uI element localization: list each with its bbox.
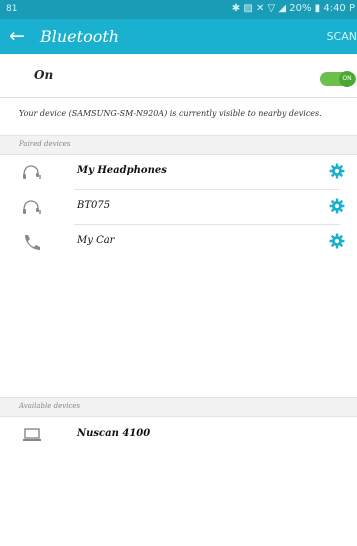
status-right-text: ✱ ▨ ✕ ▽ ◢ 20% ▮ 4:40 P: [231, 3, 355, 14]
list-item-bt075[interactable]: BT075: [0, 190, 357, 224]
headphones-icon: [23, 200, 41, 214]
gear-icon[interactable]: [329, 233, 345, 249]
app-bar: ← Bluetooth SCAN: [0, 19, 357, 54]
laptop-icon: [23, 428, 41, 441]
page-title: Bluetooth: [40, 27, 120, 46]
phone-icon: [25, 235, 40, 250]
device-name: BT075: [77, 200, 111, 211]
toggle-knob: ON: [339, 71, 355, 87]
bluetooth-toggle[interactable]: ON: [320, 71, 356, 87]
bluetooth-master-switch-row[interactable]: On ON: [0, 54, 357, 98]
device-name: My Car: [77, 235, 115, 246]
scan-button[interactable]: SCAN: [327, 30, 357, 43]
status-left-text: 81: [6, 4, 18, 14]
paired-devices-header-label: Paired devices: [19, 140, 71, 148]
headphones-icon: [23, 165, 41, 179]
list-item-my-car[interactable]: My Car: [0, 225, 357, 259]
device-name: Nuscan 4100: [77, 428, 151, 439]
visibility-notice: Your device (SAMSUNG-SM-N920A) is curren…: [19, 109, 322, 118]
back-arrow-icon[interactable]: ←: [9, 25, 25, 47]
available-devices-header: Available devices: [0, 397, 357, 417]
master-switch-label: On: [34, 68, 54, 82]
paired-devices-header: Paired devices: [0, 135, 357, 155]
available-devices-header-label: Available devices: [19, 402, 81, 410]
gear-icon[interactable]: [329, 163, 345, 179]
list-item-nuscan-4100[interactable]: Nuscan 4100: [0, 418, 357, 452]
gear-icon[interactable]: [329, 198, 345, 214]
device-name: My Headphones: [77, 165, 167, 176]
status-bar: 81 ✱ ▨ ✕ ▽ ◢ 20% ▮ 4:40 P: [0, 0, 357, 19]
list-item-my-headphones[interactable]: My Headphones: [0, 155, 357, 189]
divider: [0, 97, 357, 98]
